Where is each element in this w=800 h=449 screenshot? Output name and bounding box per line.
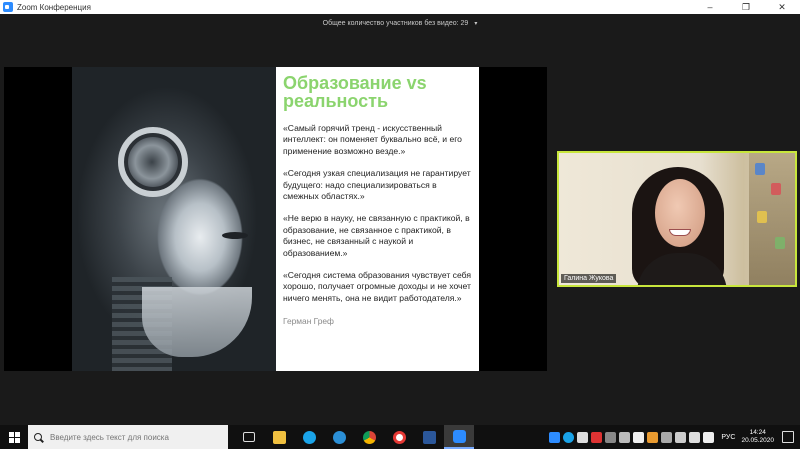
quote-4: «Сегодня система образования чувствует с… bbox=[283, 270, 472, 303]
file-explorer-icon[interactable] bbox=[264, 425, 294, 449]
tray-app-icon[interactable] bbox=[549, 431, 561, 443]
zoom-app-icon bbox=[3, 2, 13, 12]
yandex-browser-icon[interactable] bbox=[384, 425, 414, 449]
taskbar-clock[interactable]: 14:24 20.05.2020 bbox=[741, 429, 774, 445]
chevron-down-icon[interactable]: ▾ bbox=[474, 20, 477, 27]
quote-3: «Не верю в науку, не связанную с практик… bbox=[283, 213, 470, 258]
tray-printer-icon[interactable] bbox=[675, 431, 687, 443]
tray-network-icon[interactable] bbox=[661, 431, 673, 443]
zoom-taskbar-icon[interactable] bbox=[444, 425, 474, 449]
clock-time: 14:24 bbox=[749, 429, 766, 436]
search-icon bbox=[34, 433, 42, 441]
slide-title: Образование vs реальность bbox=[283, 73, 427, 111]
participants-without-video-count[interactable]: Общее количество участников без видео: 2… bbox=[323, 20, 469, 27]
quote-1: «Самый горячий тренд - искусственный инт… bbox=[283, 123, 462, 156]
taskbar-apps bbox=[234, 425, 474, 449]
participant-name-label: Галина Жукова bbox=[561, 274, 617, 283]
task-view-icon[interactable] bbox=[234, 425, 264, 449]
tray-skype-icon[interactable] bbox=[563, 431, 575, 443]
restore-button[interactable]: ❐ bbox=[728, 0, 764, 14]
windows-logo-icon bbox=[8, 431, 20, 443]
tray-red-app-icon[interactable] bbox=[591, 431, 603, 443]
participant-video[interactable]: Галина Жукова bbox=[557, 151, 797, 287]
tray-chat-icon[interactable] bbox=[577, 431, 589, 443]
edge-icon[interactable] bbox=[324, 425, 354, 449]
robot-image bbox=[72, 67, 276, 371]
clock-date: 20.05.2020 bbox=[741, 437, 774, 444]
participant-face bbox=[655, 179, 705, 247]
quote-author: Герман Греф bbox=[283, 316, 334, 327]
language-indicator[interactable]: РУС bbox=[721, 434, 735, 441]
robot-eye bbox=[222, 232, 248, 239]
search-input[interactable] bbox=[50, 432, 220, 442]
window-title: Zoom Конференция bbox=[17, 2, 91, 12]
word-icon[interactable] bbox=[414, 425, 444, 449]
tray-battery-icon[interactable] bbox=[689, 431, 701, 443]
robot-jaw bbox=[142, 287, 252, 357]
shared-screen: Образование vs реальность «Самый горячий… bbox=[4, 67, 547, 371]
taskbar-search[interactable] bbox=[28, 425, 228, 449]
chrome-icon[interactable] bbox=[354, 425, 384, 449]
window-controls: – ❐ ✕ bbox=[692, 0, 800, 14]
tray-app2-icon[interactable] bbox=[605, 431, 617, 443]
tray-app3-icon[interactable] bbox=[619, 431, 631, 443]
windows-taskbar: РУС 14:24 20.05.2020 bbox=[0, 425, 800, 449]
start-button[interactable] bbox=[0, 425, 28, 449]
window-titlebar: Zoom Конференция – ❐ ✕ bbox=[0, 0, 800, 14]
quote-2: «Сегодня узкая специализация не гарантир… bbox=[283, 168, 471, 202]
minimize-button[interactable]: – bbox=[692, 0, 728, 14]
close-button[interactable]: ✕ bbox=[764, 0, 800, 14]
skype-icon[interactable] bbox=[294, 425, 324, 449]
background-shelf bbox=[749, 153, 795, 285]
notification-center-icon[interactable] bbox=[782, 431, 794, 443]
participant-smile bbox=[669, 229, 691, 236]
tray-volume-icon[interactable] bbox=[703, 431, 715, 443]
slide-text-panel: Образование vs реальность «Самый горячий… bbox=[276, 67, 479, 371]
robot-ear-ring bbox=[118, 127, 188, 197]
system-tray: РУС 14:24 20.05.2020 bbox=[549, 425, 800, 449]
tray-shield-icon[interactable] bbox=[647, 431, 659, 443]
tray-app4-icon[interactable] bbox=[633, 431, 645, 443]
meeting-info-bar[interactable]: Общее количество участников без видео: 2… bbox=[0, 14, 800, 32]
